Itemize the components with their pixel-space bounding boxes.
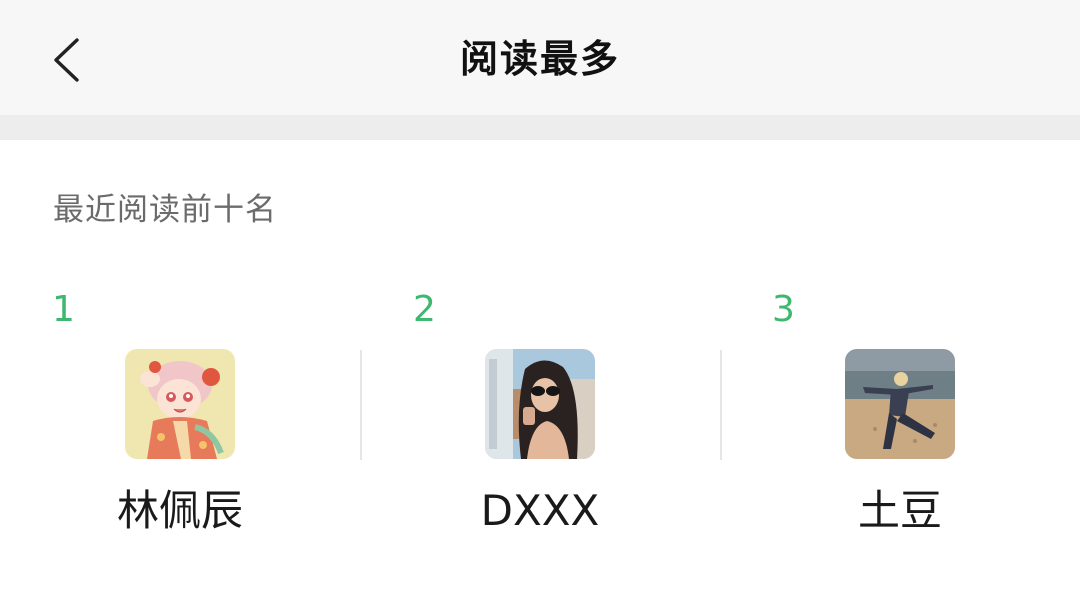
selfie-photo-avatar-icon	[485, 349, 595, 459]
chevron-left-icon	[54, 38, 79, 82]
nav-bar: 阅读最多	[0, 0, 1080, 115]
rank-number: 3	[772, 289, 795, 330]
user-name: 土豆	[857, 486, 942, 535]
rank-number: 1	[52, 289, 75, 330]
anime-character-avatar-icon	[125, 349, 235, 459]
avatar[interactable]	[485, 349, 595, 459]
rank-number: 2	[413, 289, 436, 330]
rank-item-2[interactable]: 2 DXXX	[360, 280, 720, 550]
ranking-grid: 1 林佩辰 2 DXXX 3 土豆	[0, 280, 1080, 550]
user-name: 林佩辰	[116, 486, 243, 535]
back-button[interactable]	[44, 34, 88, 86]
avatar[interactable]	[845, 349, 955, 459]
beach-photo-avatar-icon	[845, 349, 955, 459]
section-label: 最近阅读前十名	[53, 192, 277, 228]
user-name: DXXX	[480, 486, 600, 535]
avatar[interactable]	[125, 349, 235, 459]
rank-item-3[interactable]: 3 土豆	[720, 280, 1080, 550]
page-title: 阅读最多	[459, 37, 620, 81]
separator-band	[0, 115, 1080, 140]
rank-item-1[interactable]: 1 林佩辰	[0, 280, 360, 550]
